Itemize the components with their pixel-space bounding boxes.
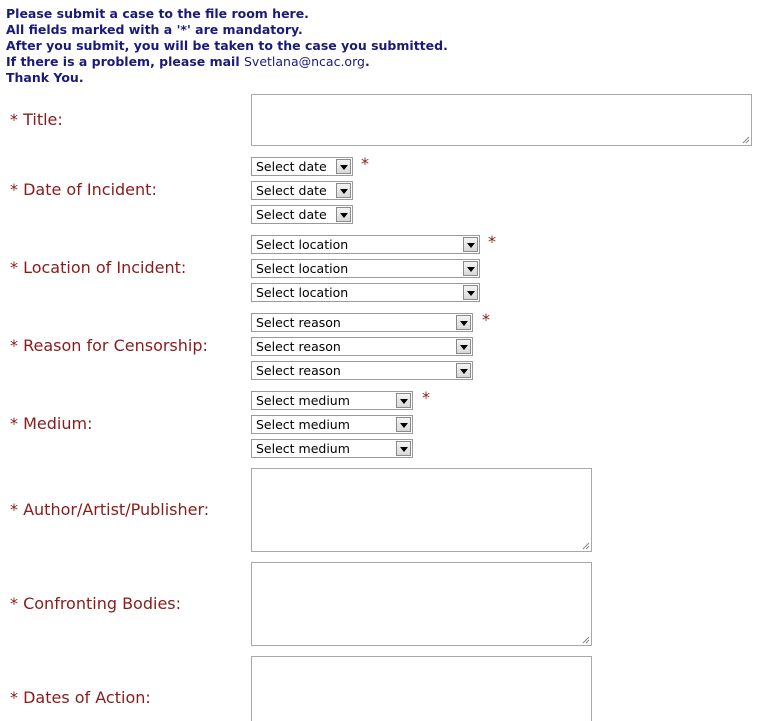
location-select-3[interactable]: Select location	[251, 283, 480, 302]
intro-line-4-suffix: .	[364, 54, 370, 69]
intro-line-4-prefix: If there is a problem, please mail	[6, 54, 244, 69]
resize-grip-icon[interactable]	[581, 541, 590, 550]
date-label: * Date of Incident:	[10, 180, 157, 199]
chevron-down-icon[interactable]	[463, 285, 478, 300]
intro-line-4: If there is a problem, please mail Svetl…	[6, 54, 448, 70]
chevron-down-icon[interactable]	[336, 159, 351, 174]
contact-email: Svetlana@ncac.org	[243, 54, 365, 69]
medium-select-1-value: Select medium	[256, 393, 350, 408]
location-select-3-value: Select location	[256, 285, 349, 300]
title-textarea[interactable]	[251, 94, 752, 146]
date-select-1-value: Select date	[256, 159, 327, 174]
medium-select-1[interactable]: Select medium	[251, 391, 413, 410]
reason-select-1[interactable]: Select reason	[251, 313, 473, 332]
reason-select-2-value: Select reason	[256, 339, 341, 354]
reason-label: * Reason for Censorship:	[10, 336, 208, 355]
intro-line-3: After you submit, you will be taken to t…	[6, 38, 448, 53]
required-star: *	[482, 310, 490, 329]
intro-text: Please submit a case to the file room he…	[6, 6, 448, 86]
medium-select-3-value: Select medium	[256, 441, 350, 456]
date-select-1[interactable]: Select date	[251, 157, 353, 176]
chevron-down-icon[interactable]	[396, 441, 411, 456]
chevron-down-icon[interactable]	[463, 261, 478, 276]
location-select-1-value: Select location	[256, 237, 349, 252]
medium-select-2-value: Select medium	[256, 417, 350, 432]
chevron-down-icon[interactable]	[336, 183, 351, 198]
required-star: *	[361, 154, 369, 173]
reason-select-1-value: Select reason	[256, 315, 341, 330]
reason-select-2[interactable]: Select reason	[251, 337, 473, 356]
location-label: * Location of Incident:	[10, 258, 187, 277]
date-select-2[interactable]: Select date	[251, 181, 353, 200]
dates-action-label: * Dates of Action:	[10, 688, 151, 707]
date-select-2-value: Select date	[256, 183, 327, 198]
intro-line-5: Thank You.	[6, 70, 84, 85]
title-label: * Title:	[10, 110, 63, 129]
author-label: * Author/Artist/Publisher:	[10, 500, 210, 519]
chevron-down-icon[interactable]	[456, 363, 471, 378]
bodies-textarea[interactable]	[251, 562, 592, 646]
location-select-2[interactable]: Select location	[251, 259, 480, 278]
bodies-label: * Confronting Bodies:	[10, 594, 182, 613]
medium-select-3[interactable]: Select medium	[251, 439, 413, 458]
date-select-3[interactable]: Select date	[251, 205, 353, 224]
dates-action-textarea[interactable]	[251, 656, 592, 721]
chevron-down-icon[interactable]	[336, 207, 351, 222]
location-select-1[interactable]: Select location	[251, 235, 480, 254]
medium-label: * Medium:	[10, 414, 93, 433]
resize-grip-icon[interactable]	[581, 635, 590, 644]
author-textarea[interactable]	[251, 468, 592, 552]
location-select-2-value: Select location	[256, 261, 349, 276]
chevron-down-icon[interactable]	[396, 393, 411, 408]
date-select-3-value: Select date	[256, 207, 327, 222]
chevron-down-icon[interactable]	[456, 315, 471, 330]
medium-select-2[interactable]: Select medium	[251, 415, 413, 434]
reason-select-3-value: Select reason	[256, 363, 341, 378]
chevron-down-icon[interactable]	[396, 417, 411, 432]
resize-grip-icon[interactable]	[741, 135, 750, 144]
chevron-down-icon[interactable]	[463, 237, 478, 252]
intro-line-1: Please submit a case to the file room he…	[6, 6, 309, 21]
intro-line-2: All fields marked with a '*' are mandato…	[6, 22, 303, 37]
reason-select-3[interactable]: Select reason	[251, 361, 473, 380]
required-star: *	[422, 388, 430, 407]
required-star: *	[488, 232, 496, 251]
chevron-down-icon[interactable]	[456, 339, 471, 354]
